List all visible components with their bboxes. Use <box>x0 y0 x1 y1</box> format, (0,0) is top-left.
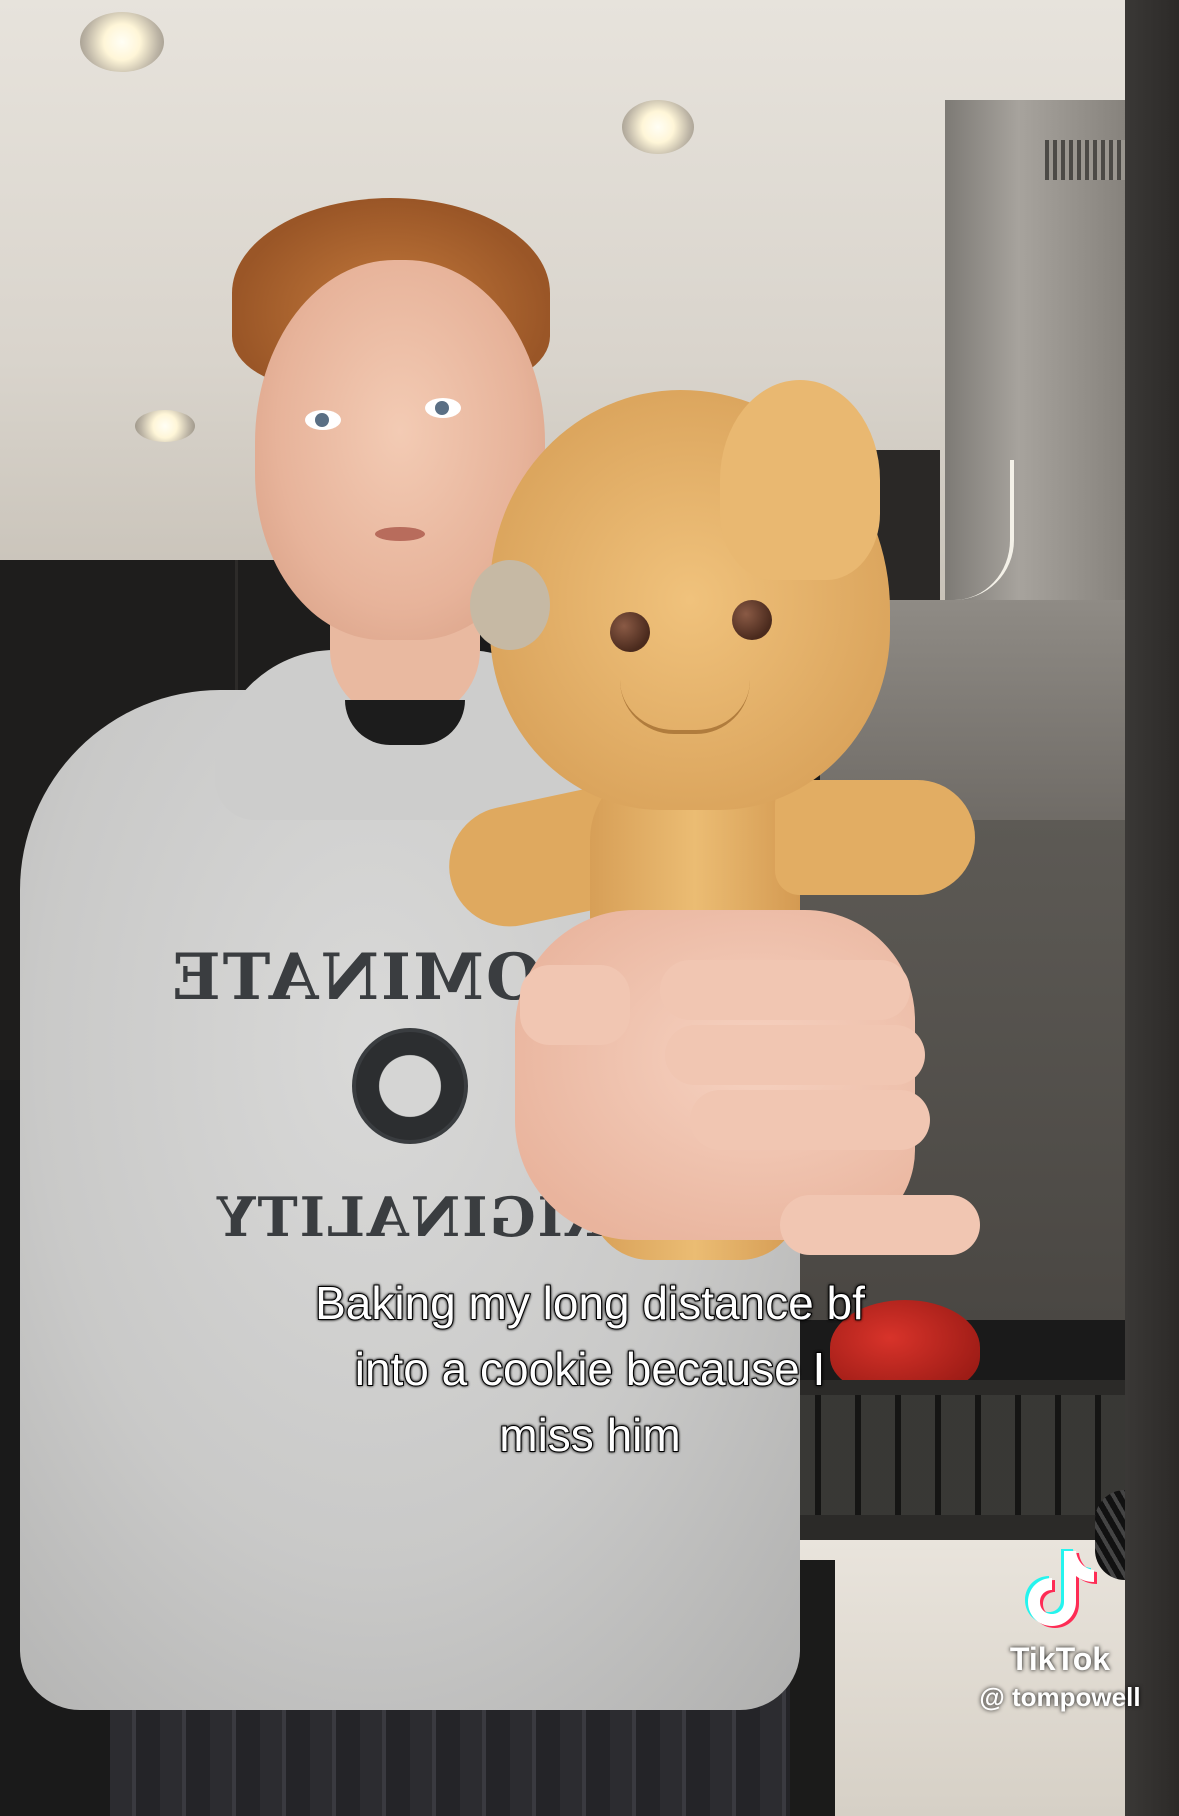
thumb <box>520 965 630 1045</box>
cookie-hair-tuft <box>720 380 880 580</box>
range-hood-vent <box>1045 140 1125 180</box>
finger <box>665 1025 925 1085</box>
tiktok-watermark: TikTok @ tompowell <box>945 1545 1175 1713</box>
tiktok-logo-icon <box>1025 1549 1097 1628</box>
video-caption: Baking my long distance bf into a cookie… <box>70 1270 1110 1468</box>
hoodie-seal-logo <box>352 1028 468 1144</box>
left-eye <box>305 410 341 430</box>
mouth <box>375 527 425 541</box>
cookie-bite-mark <box>470 560 550 650</box>
tiktok-brand-label: TikTok <box>1009 1641 1111 1677</box>
finger <box>660 960 910 1020</box>
caption-line: Baking my long distance bf <box>314 1276 866 1330</box>
ceiling-light <box>80 12 164 72</box>
fridge-edge <box>1125 0 1179 1816</box>
ceiling-light <box>622 100 694 154</box>
cookie-right-eye <box>732 600 772 640</box>
cookie-left-eye <box>610 612 650 652</box>
right-eye <box>425 398 461 418</box>
caption-line: into a cookie because I <box>354 1342 827 1396</box>
tiktok-username: @ tompowell <box>979 1682 1141 1712</box>
ceiling-light <box>135 410 195 442</box>
finger <box>690 1090 930 1150</box>
finger <box>780 1195 980 1255</box>
caption-line: miss him <box>498 1408 681 1462</box>
video-frame: DOMINATE ORIGINALITY Baking my long dist… <box>0 0 1179 1816</box>
cookie-right-arm <box>775 780 975 895</box>
